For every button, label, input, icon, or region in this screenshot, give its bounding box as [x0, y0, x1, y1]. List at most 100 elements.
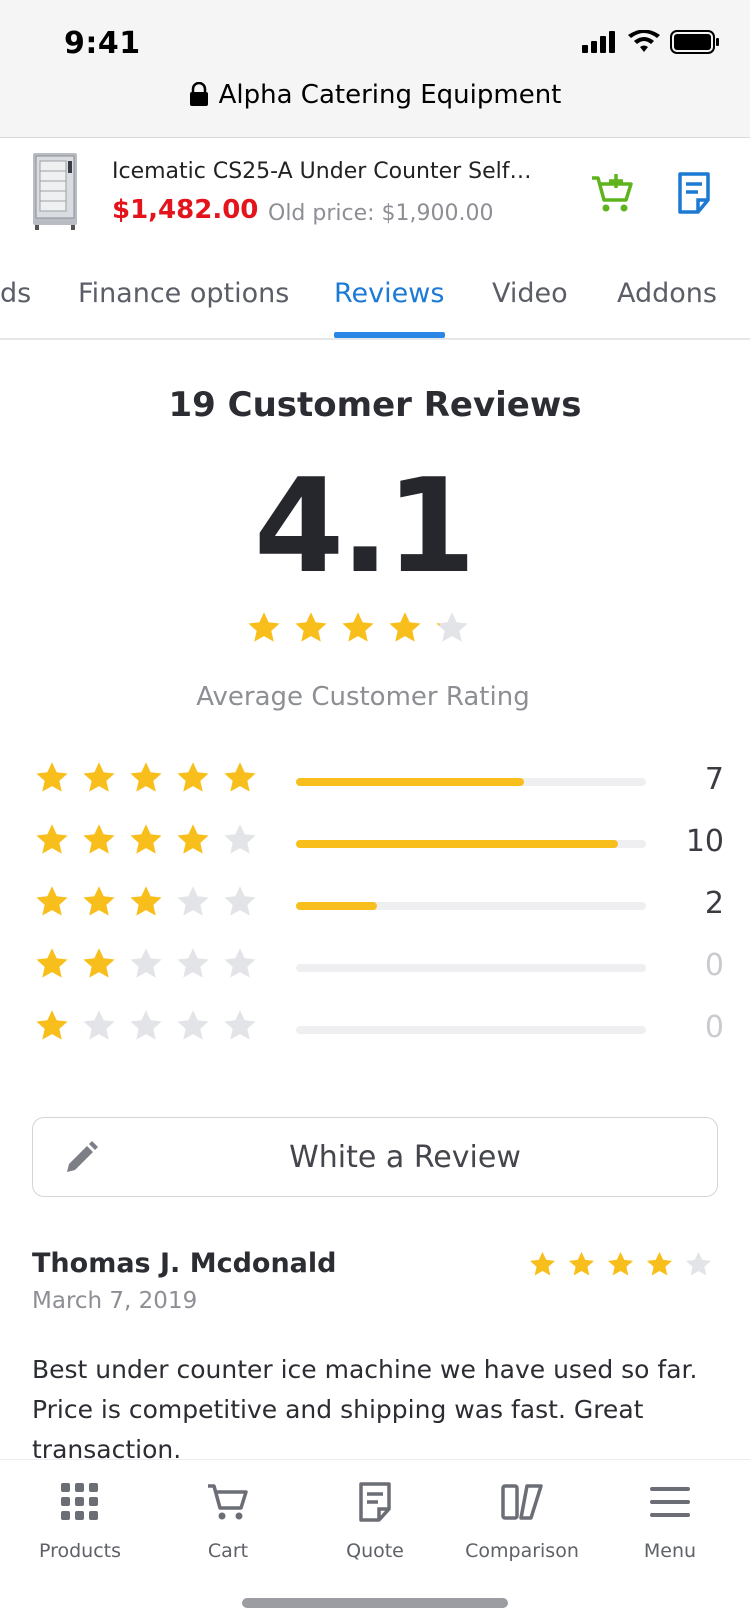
status-icons	[582, 30, 720, 54]
rating-row-count: 0	[704, 1010, 724, 1045]
nav-quote-label: Quote	[346, 1540, 404, 1562]
nav-cart[interactable]: Cart	[158, 1478, 298, 1562]
product-old-price: Old price: $1,900.00	[268, 201, 494, 226]
nav-comparison[interactable]: Comparison	[452, 1478, 592, 1562]
quote-icon	[359, 1482, 391, 1522]
rating-row-2[interactable]: 0	[34, 946, 724, 990]
star-filled-icon	[224, 762, 256, 792]
active-tab-indicator	[334, 332, 445, 338]
average-rating-label: Average Customer Rating	[196, 682, 530, 712]
rating-row-count: 2	[704, 886, 724, 921]
star-filled-icon	[389, 612, 421, 642]
star-filled-icon	[36, 1010, 68, 1040]
star-filled-icon	[646, 1251, 673, 1276]
star-filled-icon	[295, 612, 327, 642]
lock-icon	[189, 82, 208, 106]
signal-icon	[582, 31, 615, 53]
star-filled-icon	[36, 762, 68, 792]
star-empty-icon	[224, 886, 256, 916]
reviews-count-title: 19 Customer Reviews	[168, 385, 582, 425]
rating-row-5[interactable]: 7	[34, 760, 724, 804]
star-empty-icon	[685, 1251, 712, 1276]
rating-bar-track	[296, 964, 646, 972]
star-filled-icon	[36, 948, 68, 978]
star-filled-icon	[177, 762, 209, 792]
rating-row-count: 0	[704, 948, 724, 983]
tab-finance-options[interactable]: Finance options	[78, 278, 289, 309]
star-filled-icon	[130, 762, 162, 792]
browser-header: 9:41 Alpha Catering Equipment	[0, 0, 750, 138]
rating-bar-fill	[296, 902, 377, 910]
star-filled-icon	[177, 824, 209, 854]
rating-row-stars	[34, 1008, 258, 1044]
nav-quote[interactable]: Quote	[305, 1478, 445, 1562]
star-empty-icon	[130, 948, 162, 978]
rating-row-stars	[34, 822, 258, 858]
star-filled-icon	[83, 948, 115, 978]
write-review-label: White a Review	[289, 1140, 521, 1175]
star-filled-icon	[130, 886, 162, 916]
star-filled-icon	[607, 1251, 634, 1276]
wifi-icon	[628, 30, 660, 52]
cart-icon	[208, 1484, 248, 1520]
review-date: March 7, 2019	[32, 1288, 198, 1314]
rating-bar-fill	[296, 840, 618, 848]
request-quote-button[interactable]	[670, 169, 718, 217]
nav-menu-label: Menu	[643, 1540, 697, 1562]
rating-row-stars	[34, 760, 258, 796]
star-filled-icon	[83, 886, 115, 916]
rating-row-stars	[34, 884, 258, 920]
menu-icon	[650, 1487, 690, 1517]
rating-row-count: 7	[704, 762, 724, 797]
write-review-button[interactable]: White a Review	[32, 1117, 718, 1197]
quote-icon	[678, 172, 710, 214]
tab-reviews[interactable]: Reviews	[334, 278, 444, 309]
tab-bar: ds Finance options Reviews Video Addons	[0, 250, 750, 340]
nav-cart-label: Cart	[207, 1540, 249, 1562]
rating-row-3[interactable]: 2	[34, 884, 724, 928]
star-filled-icon	[529, 1251, 556, 1276]
average-rating-stars	[246, 610, 470, 646]
add-to-cart-button[interactable]	[588, 169, 636, 217]
rating-bar-track	[296, 902, 646, 910]
star-empty-icon	[224, 824, 256, 854]
star-filled-icon	[130, 824, 162, 854]
rating-row-1[interactable]: 0	[34, 1008, 724, 1052]
star-filled-icon	[36, 824, 68, 854]
average-rating: 4.1	[253, 450, 476, 602]
rating-bar-track	[296, 778, 646, 786]
reviewer-name: Thomas J. Mcdonald	[32, 1248, 337, 1279]
status-time: 9:41	[64, 26, 141, 61]
star-filled-icon	[83, 762, 115, 792]
tab-addons[interactable]: Addons	[617, 278, 717, 309]
url-bar[interactable]: Alpha Catering Equipment	[0, 80, 750, 110]
product-header: Icematic CS25-A Under Counter Self… $1,4…	[0, 139, 750, 249]
battery-icon	[670, 30, 719, 54]
star-empty-icon	[130, 1010, 162, 1040]
star-filled-icon	[36, 886, 68, 916]
star-empty-icon	[177, 886, 209, 916]
grid-icon	[61, 1483, 98, 1520]
home-indicator	[242, 1598, 508, 1608]
star-empty-icon	[177, 1010, 209, 1040]
star-filled-icon	[568, 1251, 595, 1276]
product-thumbnail[interactable]	[30, 151, 80, 231]
cart-plus-icon	[592, 174, 633, 212]
nav-menu[interactable]: Menu	[600, 1478, 740, 1562]
comparison-icon	[501, 1484, 543, 1520]
rating-bar-fill	[296, 778, 524, 786]
review-text: Best under counter ice machine we have u…	[32, 1355, 698, 1464]
nav-products-label: Products	[38, 1540, 122, 1562]
tab-specs[interactable]: ds	[0, 278, 31, 309]
star-empty-icon	[83, 1010, 115, 1040]
tab-video[interactable]: Video	[492, 278, 568, 309]
nav-comparison-label: Comparison	[465, 1540, 579, 1562]
nav-products[interactable]: Products	[10, 1478, 150, 1562]
star-empty-icon	[224, 1010, 256, 1040]
rating-row-4[interactable]: 10	[34, 822, 724, 866]
product-price: $1,482.00	[112, 195, 259, 225]
rating-row-count: 10	[685, 824, 724, 859]
star-filled-icon	[436, 612, 468, 642]
star-empty-icon	[177, 948, 209, 978]
product-title: Icematic CS25-A Under Counter Self…	[112, 159, 532, 184]
